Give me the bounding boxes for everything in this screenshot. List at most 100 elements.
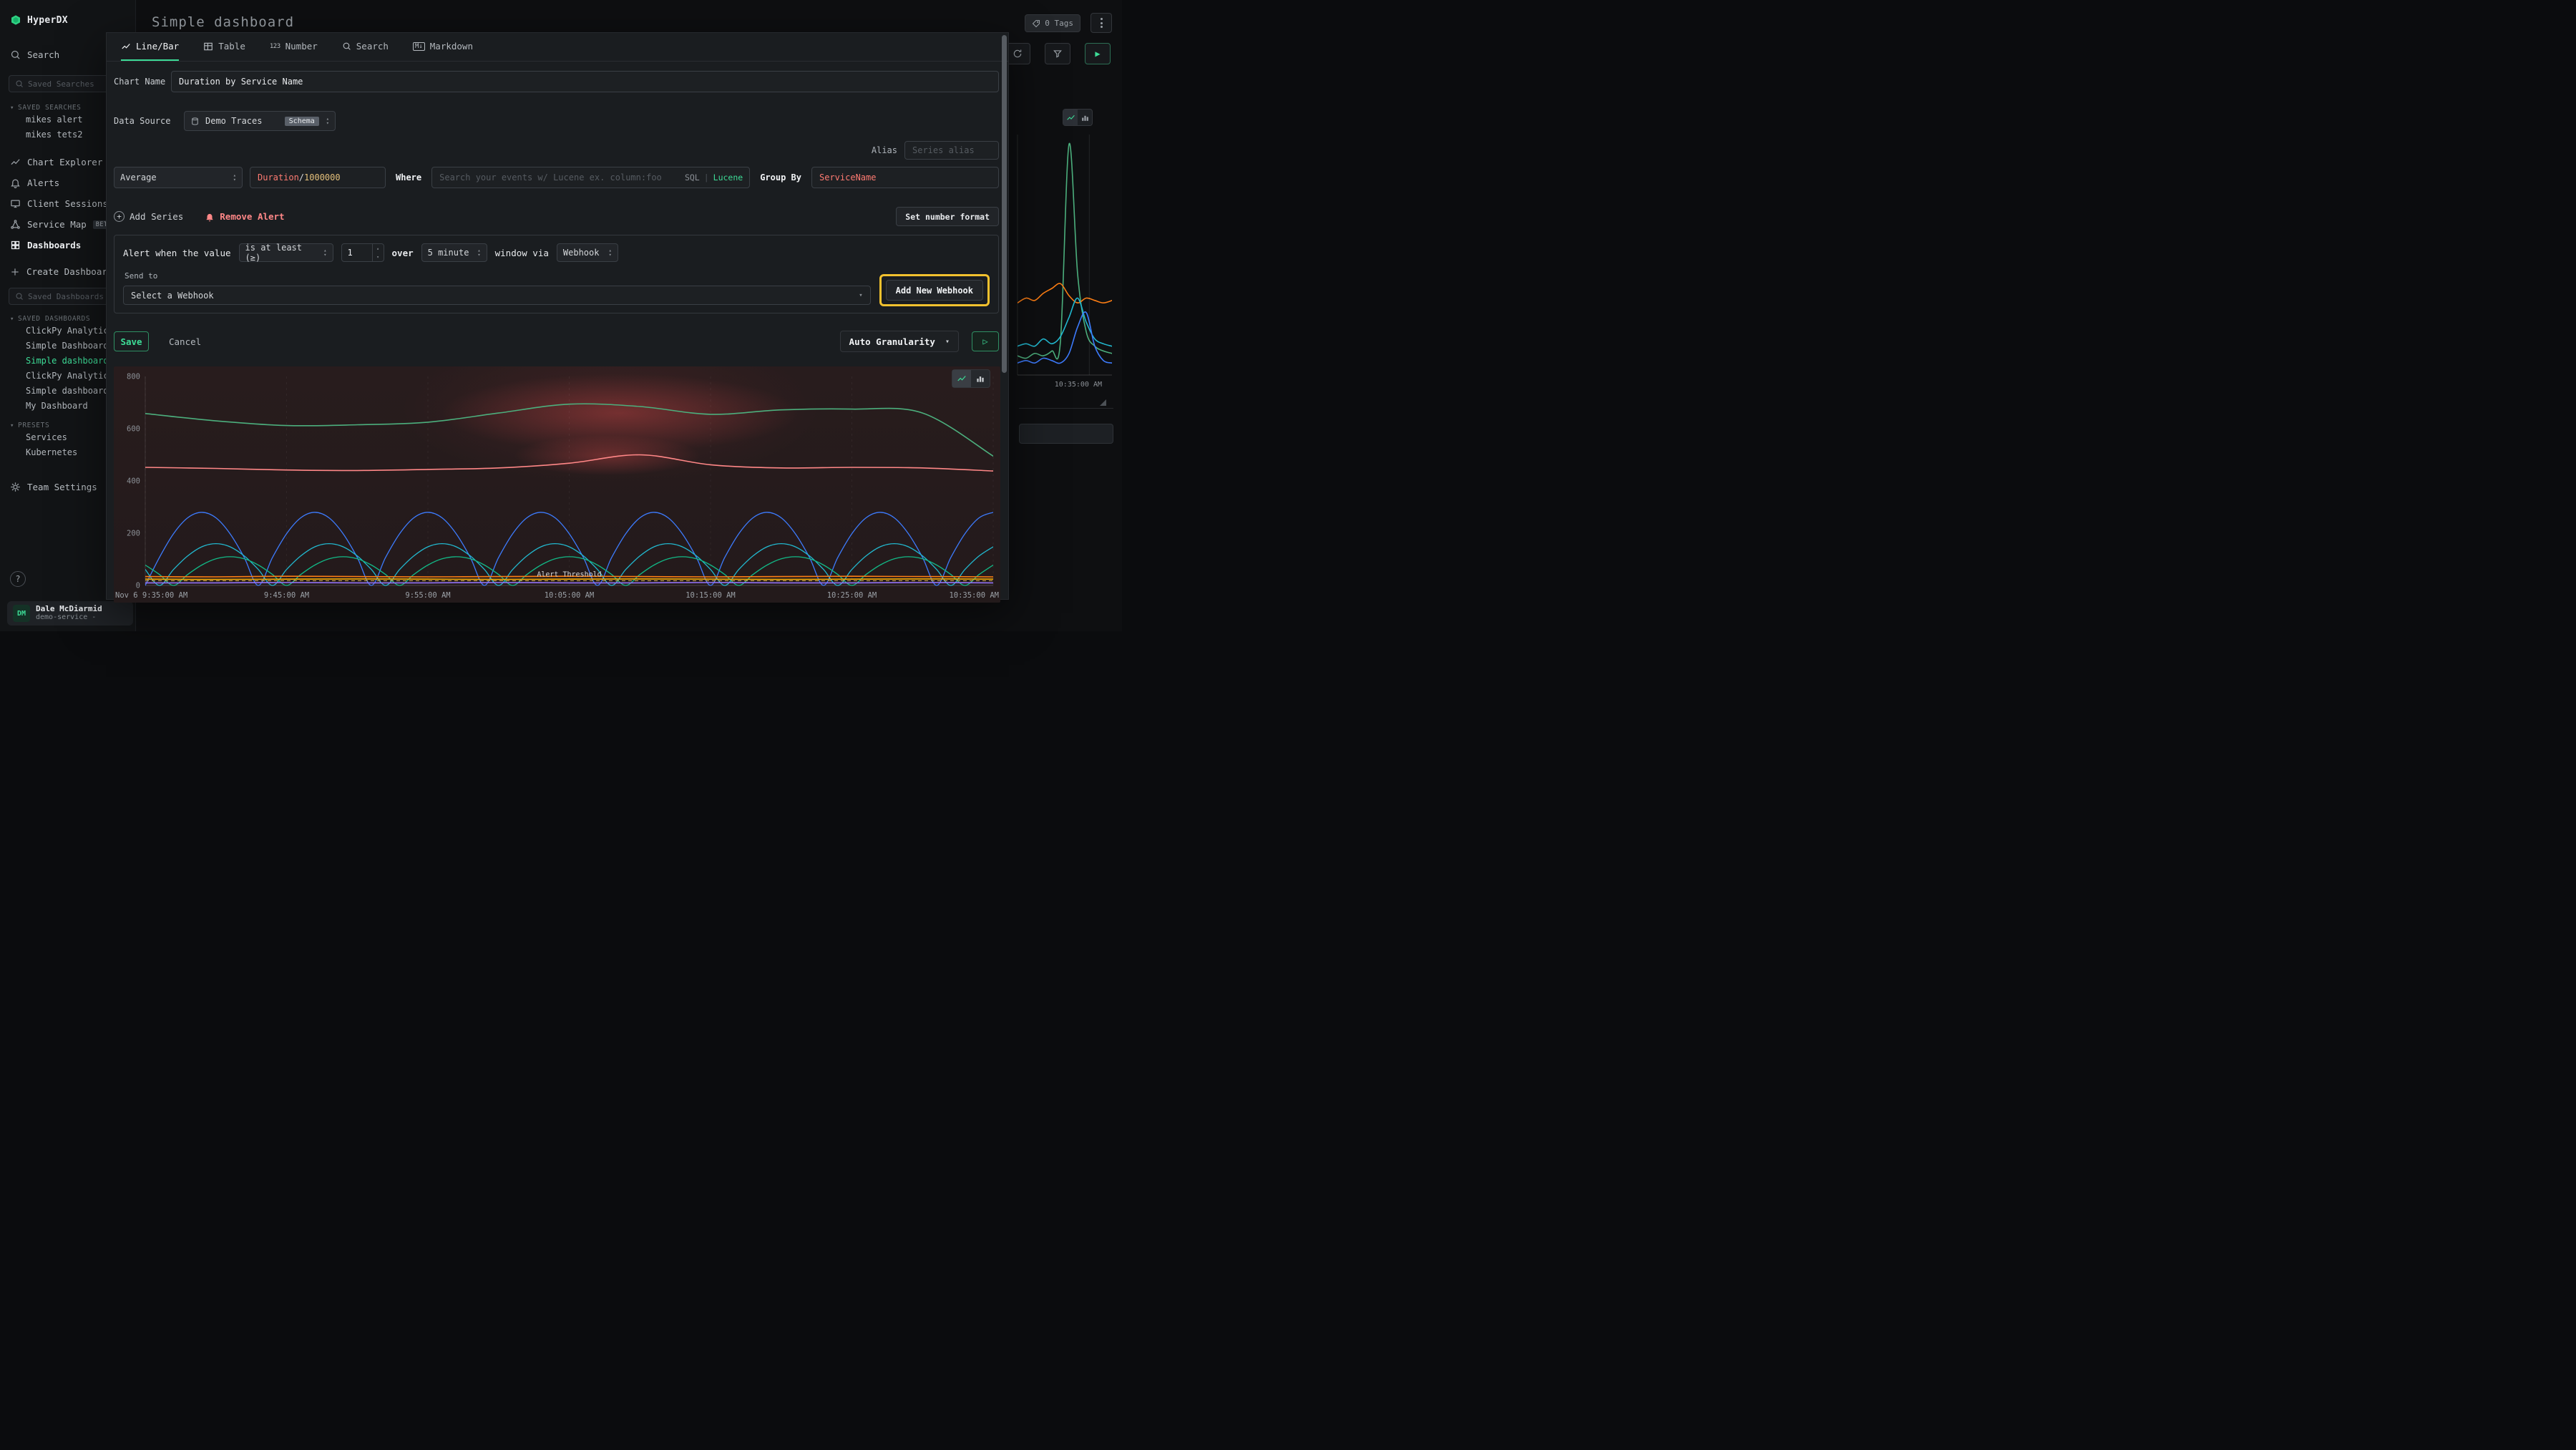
schema-badge: Schema [285, 117, 319, 126]
duration-line-chart: 0200400600800Alert ThresholdNov 6 9:35:0… [114, 366, 1000, 603]
chart-editor-tabs: Line/Bar Table 123 Number Search M↓ Mark… [107, 33, 1008, 62]
run-query-button[interactable]: ▶ [1085, 43, 1111, 64]
svg-text:400: 400 [127, 477, 140, 486]
tags-button[interactable]: 0 Tags [1025, 14, 1080, 32]
chevron-down-icon: ▾ [859, 292, 862, 299]
svg-text:Nov 6 9:35:00 AM: Nov 6 9:35:00 AM [115, 591, 187, 600]
add-series-button[interactable]: + Add Series [114, 211, 183, 222]
tab-markdown[interactable]: M↓ Markdown [413, 33, 473, 61]
data-source-select[interactable]: Demo Traces Schema ▴▾ [184, 111, 336, 131]
sidebar-item-label: Search [27, 49, 59, 60]
resize-handle-icon[interactable] [1100, 399, 1106, 406]
alert-window-select[interactable]: 5 minute ▴▾ [421, 243, 487, 262]
group-by-label: Group By [760, 172, 801, 183]
select-caret-icon: ▴▾ [233, 173, 236, 182]
over-text: over [392, 248, 414, 258]
markdown-icon: M↓ [413, 42, 425, 51]
highlight-box: Add New Webhook [879, 274, 990, 306]
more-options-button[interactable] [1091, 13, 1112, 33]
bell-icon [10, 177, 21, 188]
brand-row[interactable]: HyperDX [0, 0, 135, 26]
line-chart-toggle[interactable] [1063, 110, 1078, 125]
brand-name: HyperDX [27, 15, 68, 26]
lucene-toggle[interactable]: Lucene [713, 172, 743, 183]
plus-circle-icon: + [114, 211, 125, 222]
set-number-format-button[interactable]: Set number format [896, 207, 999, 226]
saved-searches-input[interactable] [28, 79, 107, 89]
service-map-icon [10, 219, 21, 230]
chart-area: 0200400600800Alert ThresholdNov 6 9:35:0… [114, 366, 999, 605]
svg-text:10:35:00 AM: 10:35:00 AM [949, 591, 999, 600]
data-source-label: Data Source [114, 116, 184, 126]
bar-chart-icon [975, 374, 985, 384]
filter-button[interactable] [1045, 43, 1070, 64]
where-label: Where [396, 172, 421, 183]
where-search-wrap: SQL | Lucene [431, 167, 750, 188]
chevron-down-icon: ▾ [10, 104, 14, 112]
database-icon [190, 117, 200, 126]
alert-config-panel: Alert when the value is at least (≥) ▴▾ … [114, 235, 999, 313]
remove-alert-button[interactable]: Remove Alert [205, 211, 284, 222]
window-via-text: window via [495, 248, 549, 258]
svg-text:600: 600 [127, 425, 140, 434]
alert-threshold-input: ▴ ▾ [341, 243, 384, 262]
aggregation-select[interactable]: Average ▴▾ [114, 167, 243, 188]
gear-icon [10, 482, 21, 492]
tab-number[interactable]: 123 Number [270, 33, 318, 61]
stepper-down-icon[interactable]: ▾ [373, 253, 384, 261]
alert-channel-select[interactable]: Webhook ▴▾ [557, 243, 618, 262]
group-by-input[interactable] [811, 167, 999, 188]
alias-label: Alias [872, 145, 897, 155]
bar-chart-toggle[interactable] [1078, 110, 1092, 125]
add-new-webhook-button[interactable]: Add New Webhook [886, 280, 983, 301]
alert-threshold-value[interactable] [342, 244, 369, 261]
sql-toggle[interactable]: SQL [685, 172, 700, 183]
line-chart-toggle[interactable] [952, 370, 971, 387]
table-icon [203, 42, 213, 52]
webhook-select[interactable]: Select a Webhook ▾ [123, 286, 871, 305]
search-icon [15, 292, 24, 301]
refresh-icon [1013, 49, 1023, 59]
number-123-icon: 123 [270, 43, 280, 50]
help-button[interactable]: ? [10, 571, 26, 587]
cancel-button[interactable]: Cancel [169, 336, 201, 347]
svg-text:9:55:00 AM: 9:55:00 AM [405, 591, 450, 600]
search-icon [342, 42, 351, 51]
bar-chart-icon [1080, 113, 1090, 122]
background-chart-timestamp: 10:35:00 AM [1055, 381, 1102, 389]
play-icon: ▷ [982, 336, 987, 346]
monitor-icon [10, 198, 21, 209]
plus-icon [10, 267, 20, 277]
play-icon: ▶ [1095, 49, 1100, 59]
series-alias-input[interactable] [904, 141, 999, 160]
line-chart-icon [10, 157, 21, 167]
granularity-select[interactable]: Auto Granularity ▾ [840, 331, 959, 352]
page-title: Simple dashboard [152, 14, 294, 30]
stepper-up-icon[interactable]: ▴ [373, 244, 384, 253]
chart-name-input[interactable] [171, 71, 999, 92]
chart-type-toggle [952, 369, 990, 388]
tab-table[interactable]: Table [203, 33, 245, 61]
background-chart-type-toggle [1063, 109, 1093, 126]
svg-text:Alert Threshold: Alert Threshold [537, 570, 601, 578]
select-caret-icon: ▴▾ [609, 248, 612, 257]
chevron-down-icon: ▾ [10, 422, 14, 429]
divider [1019, 408, 1113, 409]
modal-scrollbar [1002, 35, 1007, 598]
alert-condition-select[interactable]: is at least (≥) ▴▾ [239, 243, 333, 262]
modal-run-button[interactable]: ▷ [972, 331, 999, 351]
scrollbar-thumb[interactable] [1002, 35, 1007, 373]
tab-line-bar[interactable]: Line/Bar [121, 33, 179, 61]
line-chart-icon [121, 42, 131, 52]
svg-text:10:15:00 AM: 10:15:00 AM [686, 591, 736, 600]
saved-dashboards-input[interactable] [28, 292, 107, 301]
bar-chart-toggle[interactable] [971, 370, 990, 387]
background-input-bar[interactable] [1019, 424, 1113, 444]
tab-search[interactable]: Search [342, 33, 389, 61]
chart-editor-modal: Line/Bar Table 123 Number Search M↓ Mark… [106, 32, 1009, 600]
save-button[interactable]: Save [114, 331, 149, 351]
send-to-label: Send to [125, 271, 990, 281]
aggregation-field-input[interactable]: Duration/1000000 [250, 167, 386, 188]
svg-text:200: 200 [127, 530, 140, 538]
filter-icon [1053, 49, 1063, 59]
